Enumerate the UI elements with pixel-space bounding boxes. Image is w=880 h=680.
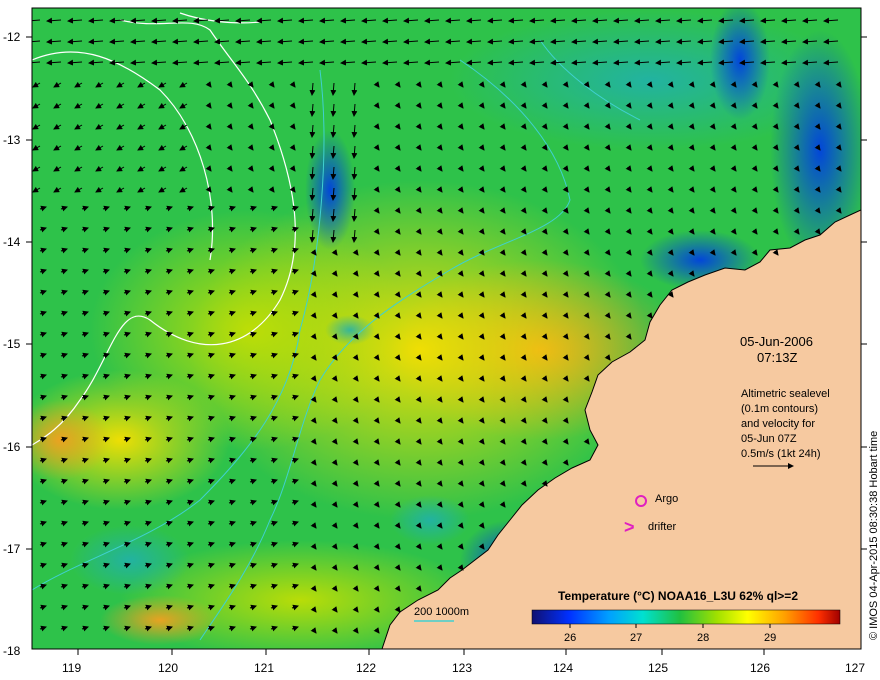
info-line: 0.5m/s (1kt 24h) [741, 448, 820, 460]
lat-label: -18 [3, 644, 21, 658]
lon-label: 121 [254, 661, 274, 675]
lon-label: 123 [452, 661, 472, 675]
lat-label: -12 [3, 30, 21, 44]
lon-label: 126 [750, 661, 770, 675]
colorbar-tick: 27 [630, 632, 642, 644]
lon-label: 120 [158, 661, 178, 675]
plot-area [32, 8, 861, 649]
drifter-marker: > [624, 517, 635, 537]
colorbar-gradient [531, 609, 841, 625]
lon-label: 124 [553, 661, 573, 675]
depth-legend-label: 200 1000m [414, 606, 469, 618]
colorbar-tick: 26 [564, 632, 576, 644]
lat-label: -15 [3, 337, 21, 351]
longitude-axis: 119 120 121 122 123 124 125 126 127 [62, 649, 865, 675]
info-line: (0.1m contours) [741, 403, 818, 415]
colorbar-tick: 29 [764, 632, 776, 644]
info-line: Altimetric sealevel [741, 388, 830, 400]
colorbar-tick: 28 [697, 632, 709, 644]
time-label: 07:13Z [757, 350, 798, 365]
sst-map: -12 -13 -14 -15 -16 -17 -18 119 120 121 … [3, 7, 880, 675]
lat-label: -14 [3, 235, 21, 249]
lon-label: 119 [62, 661, 81, 675]
lon-label: 122 [356, 661, 376, 675]
lat-label: -17 [3, 542, 21, 556]
colorbar-title: Temperature (°C) NOAA16_L3U 62% ql>=2 [558, 589, 798, 603]
info-line: and velocity for [741, 418, 815, 430]
date-label: 05-Jun-2006 [740, 334, 813, 349]
argo-label: Argo [655, 493, 678, 505]
lon-label: 127 [845, 661, 865, 675]
drifter-label: drifter [648, 521, 676, 533]
lon-label: 125 [648, 661, 668, 675]
info-line: 05-Jun 07Z [741, 433, 797, 445]
lat-label: -16 [3, 440, 21, 454]
lat-label: -13 [3, 133, 21, 147]
credit-text: © IMOS 04-Apr-2015 08:30:38 Hobart time [868, 431, 880, 640]
